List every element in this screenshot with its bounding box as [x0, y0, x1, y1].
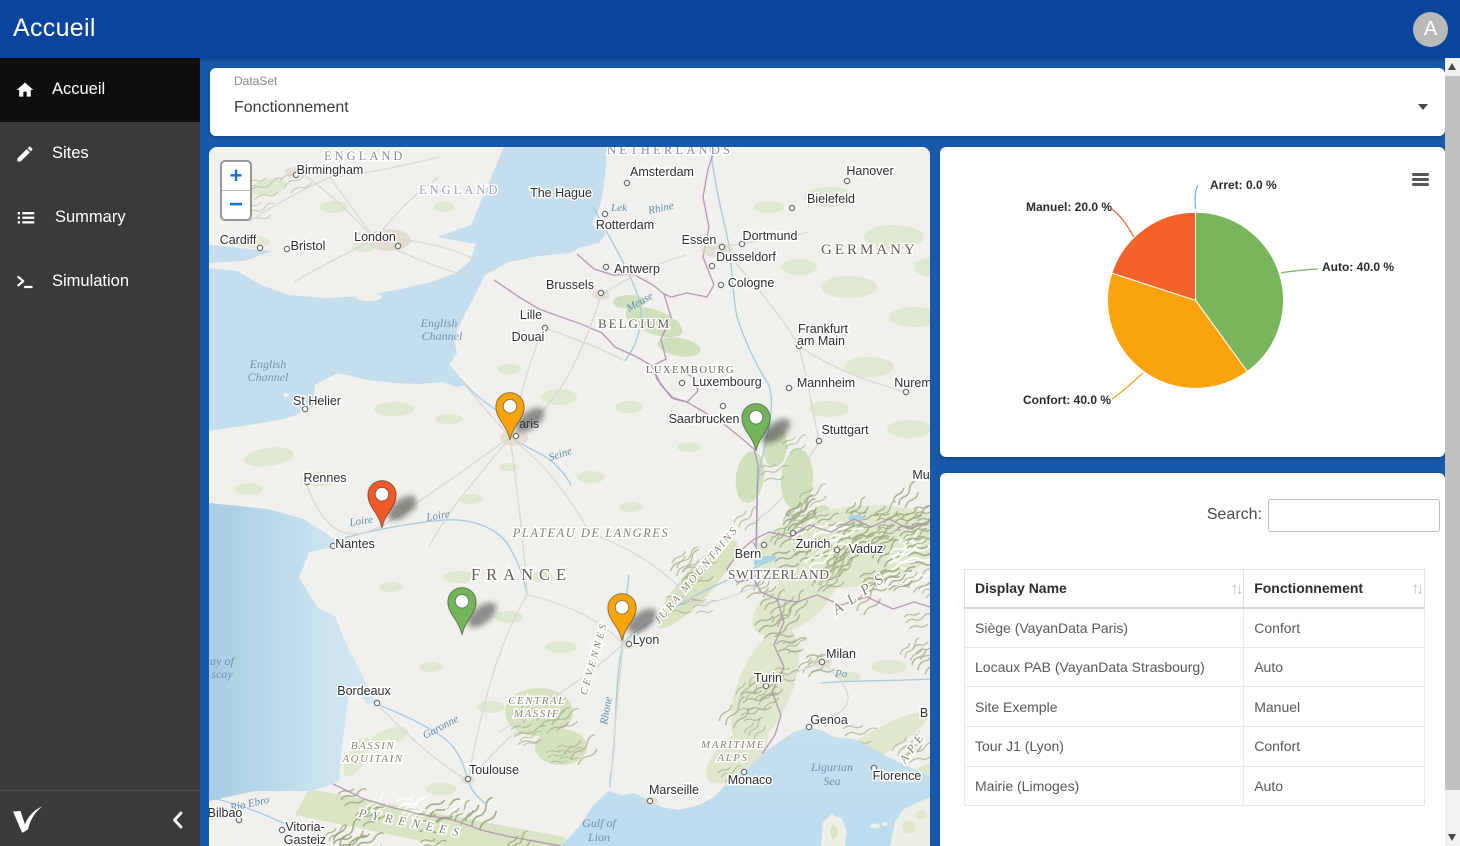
svg-text:Lyon: Lyon	[633, 633, 660, 647]
svg-text:Antwerp: Antwerp	[614, 262, 660, 276]
svg-text:Vitoria-: Vitoria-	[285, 820, 324, 834]
svg-text:Rotterdam: Rotterdam	[596, 218, 654, 232]
svg-text:Gasteiz: Gasteiz	[284, 833, 326, 846]
svg-text:MARITIME: MARITIME	[700, 739, 765, 751]
svg-text:Lille: Lille	[520, 308, 542, 322]
svg-text:Channel: Channel	[248, 370, 289, 384]
svg-text:Toulouse: Toulouse	[469, 763, 519, 777]
svg-text:Mu: Mu	[912, 468, 929, 482]
svg-text:scay: scay	[211, 667, 233, 681]
svg-text:SWITZERLAND: SWITZERLAND	[728, 567, 829, 582]
svg-text:Sea: Sea	[823, 774, 840, 788]
svg-text:CENTRAL: CENTRAL	[508, 695, 566, 707]
svg-text:Bordeaux: Bordeaux	[337, 684, 391, 698]
svg-text:Florence: Florence	[873, 769, 922, 783]
svg-text:Monaco: Monaco	[728, 773, 773, 787]
svg-text:Rennes: Rennes	[303, 471, 346, 485]
svg-text:Zurich: Zurich	[796, 537, 831, 551]
svg-text:Marseille: Marseille	[649, 783, 699, 797]
svg-text:Bilbao: Bilbao	[209, 806, 242, 820]
svg-text:Bristol: Bristol	[291, 239, 326, 253]
svg-text:Nurem: Nurem	[894, 376, 930, 390]
svg-text:Gulf of: Gulf of	[582, 816, 617, 830]
svg-text:BELGIUM: BELGIUM	[598, 316, 671, 331]
svg-text:ENGLAND: ENGLAND	[419, 183, 500, 197]
svg-text:Dortmund: Dortmund	[743, 229, 798, 243]
svg-text:Luxembourg: Luxembourg	[692, 375, 762, 389]
svg-text:PLATEAU DE LANGRES: PLATEAU DE LANGRES	[512, 526, 669, 540]
svg-text:am Main: am Main	[797, 334, 845, 348]
svg-text:Channel: Channel	[422, 329, 463, 343]
svg-text:Cardiff: Cardiff	[220, 233, 257, 247]
svg-text:B: B	[920, 706, 928, 720]
svg-text:AQUITAIN: AQUITAIN	[341, 753, 403, 765]
svg-text:MASSIF: MASSIF	[513, 708, 560, 720]
svg-text:NETHERLANDS: NETHERLANDS	[607, 147, 733, 157]
svg-text:Cologne: Cologne	[728, 276, 775, 290]
svg-text:Genoa: Genoa	[810, 713, 848, 727]
svg-text:English: English	[249, 357, 287, 371]
svg-text:Ligurian: Ligurian	[810, 760, 853, 774]
svg-text:Nantes: Nantes	[335, 537, 375, 551]
svg-text:BASSIN: BASSIN	[351, 740, 395, 752]
svg-text:English: English	[420, 316, 458, 330]
svg-text:Stuttgart: Stuttgart	[821, 423, 869, 437]
svg-text:Douai: Douai	[512, 330, 545, 344]
svg-text:Po: Po	[834, 668, 848, 680]
svg-text:The Hague: The Hague	[530, 186, 592, 200]
svg-text:ALPS: ALPS	[716, 752, 748, 764]
svg-text:FRANCE: FRANCE	[471, 565, 572, 584]
svg-text:Bielefeld: Bielefeld	[807, 192, 855, 206]
svg-text:Brussels: Brussels	[546, 278, 594, 292]
svg-text:Essen: Essen	[682, 233, 717, 247]
svg-text:GERMANY: GERMANY	[821, 242, 918, 258]
svg-text:Vaduz: Vaduz	[849, 542, 884, 556]
svg-text:Birmingham: Birmingham	[297, 163, 364, 177]
svg-text:Bern: Bern	[735, 547, 761, 561]
svg-text:Amsterdam: Amsterdam	[630, 165, 694, 179]
svg-text:Lek: Lek	[610, 202, 628, 214]
svg-text:St Helier: St Helier	[293, 394, 341, 408]
svg-text:Lion: Lion	[587, 830, 610, 844]
svg-text:London: London	[354, 230, 396, 244]
svg-text:ay of: ay of	[210, 654, 235, 668]
svg-text:Dusseldorf: Dusseldorf	[716, 250, 776, 264]
svg-text:Mannheim: Mannheim	[797, 376, 855, 390]
svg-text:Milan: Milan	[826, 647, 856, 661]
svg-text:Saarbrucken: Saarbrucken	[669, 412, 740, 426]
svg-text:ENGLAND: ENGLAND	[324, 149, 405, 163]
svg-text:Hanover: Hanover	[846, 164, 893, 178]
svg-text:Turin: Turin	[754, 671, 782, 685]
